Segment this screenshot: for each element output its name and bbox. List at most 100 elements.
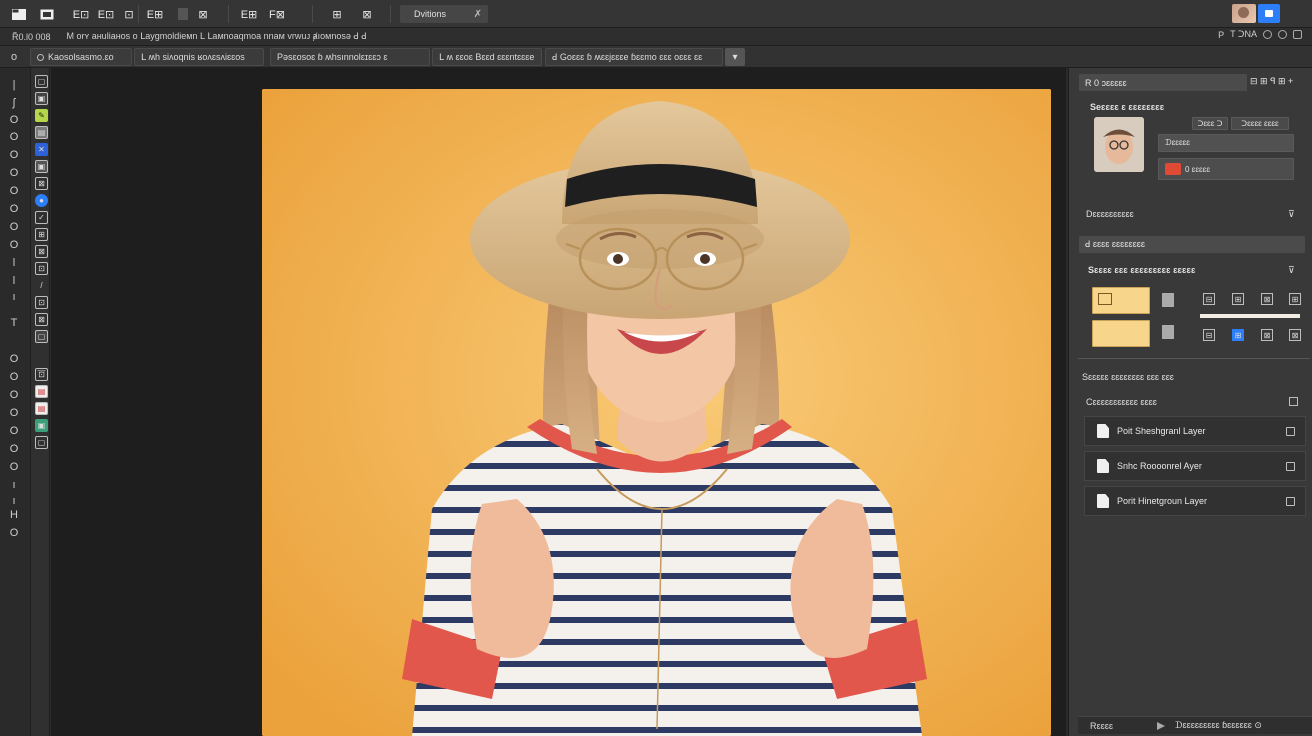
folder-icon[interactable] xyxy=(38,6,56,22)
expand-icon[interactable]: ⊽ xyxy=(1288,209,1295,220)
layers-icon[interactable] xyxy=(174,6,192,22)
slice-tool-icon[interactable]: / xyxy=(35,279,48,292)
grid-icon[interactable]: ⊞ xyxy=(1289,293,1301,305)
clone-tool-icon[interactable]: ▣ xyxy=(35,160,48,173)
property-row-a[interactable]: ᗪɛɛɛɛɛ xyxy=(1158,134,1294,152)
align-icon[interactable]: ⊟ xyxy=(1203,293,1215,305)
circle-icon[interactable] xyxy=(1293,30,1302,39)
panel-icon[interactable]: ⊞ xyxy=(328,6,346,22)
photo-canvas[interactable] xyxy=(262,89,1051,736)
circle-icon[interactable]: O xyxy=(8,166,20,180)
zoom-tool-icon[interactable]: ⊡ xyxy=(35,296,48,309)
square-icon[interactable] xyxy=(1286,462,1295,471)
square-icon[interactable] xyxy=(1289,397,1298,406)
move-tool-icon[interactable]: ▢ xyxy=(35,75,48,88)
hook-icon[interactable]: ʃ xyxy=(8,96,20,110)
slider-track[interactable] xyxy=(1200,314,1300,318)
marquee-icon[interactable]: E⊞ xyxy=(144,6,166,22)
circle-icon[interactable]: O xyxy=(8,113,20,127)
type-icon[interactable]: E⊞ xyxy=(238,6,260,22)
foreground-color-icon[interactable]: ▤ xyxy=(35,385,48,398)
circle-icon[interactable]: O xyxy=(8,238,20,252)
transform-icon[interactable]: ⊠ xyxy=(194,6,212,22)
square-icon[interactable] xyxy=(1286,427,1295,436)
expand-icon[interactable]: ⊽ xyxy=(1288,265,1295,276)
status-right[interactable]: ᗪɛɛɛɛɛɛɛɛɛ ɓɛɛɛɛɛɛ ⊙ xyxy=(1175,720,1262,731)
circle-icon[interactable]: O xyxy=(8,526,20,540)
line-icon[interactable]: | xyxy=(8,78,20,92)
background-color-icon[interactable]: ▤ xyxy=(35,402,48,415)
option-button-b[interactable]: ᑐɛɛɛɛ ɛɛɛɛ xyxy=(1231,117,1289,130)
circle-icon[interactable]: O xyxy=(8,442,20,456)
lasso-tool-icon[interactable]: ⊠ xyxy=(35,177,48,190)
cross-icon[interactable]: ⊠ xyxy=(1289,329,1301,341)
menu-right-label[interactable]: T ᑐNA xyxy=(1230,29,1257,40)
document-tab[interactable]: Dvitions ✗ xyxy=(400,5,488,23)
shape-icon[interactable]: F⊠ xyxy=(267,6,287,22)
t-icon[interactable]: T xyxy=(8,316,20,330)
square-icon[interactable] xyxy=(1286,497,1295,506)
eraser-tool-icon[interactable]: ▤ xyxy=(35,126,48,139)
option-button-a[interactable]: ᑐɛɛɛ ᑐ xyxy=(1192,117,1228,130)
cross-icon[interactable]: ⊠ xyxy=(1261,293,1273,305)
circle-icon[interactable]: O xyxy=(8,184,20,198)
close-icon[interactable]: ✗ xyxy=(474,9,482,20)
h-icon[interactable]: H xyxy=(8,508,20,522)
status-left[interactable]: Rɛɛɛɛ xyxy=(1090,721,1113,731)
tab-5[interactable]: ꓒ Goɛɛɛ ɓ ʍɛɛjɛɛɛe ɓɛɛmo ɛɛɛ oɛɛɛ ɛɛ xyxy=(545,48,723,66)
menu-left-label[interactable]: R̃0.l0 008 xyxy=(12,32,51,42)
doc-icon[interactable] xyxy=(1162,325,1174,339)
text-tool-icon[interactable]: ⊠ xyxy=(35,245,48,258)
color-swatch-2[interactable] xyxy=(1092,320,1150,347)
color-chip-icon[interactable] xyxy=(1165,163,1181,175)
fill-tool-icon[interactable]: ● xyxy=(35,194,48,207)
line-icon[interactable]: l xyxy=(8,274,20,288)
tab-3[interactable]: Pəsɛosoɛ ɓ ʍhsınnolɛɪɛɛɔ ɛ xyxy=(270,48,430,66)
line-icon[interactable]: ı xyxy=(8,494,20,508)
avatar[interactable] xyxy=(1232,4,1256,23)
pen-tool-icon[interactable]: ✓ xyxy=(35,211,48,224)
tab-dropdown-button[interactable]: ▾ xyxy=(725,48,745,66)
tab-1[interactable]: Kaosolsasmo.ɛo xyxy=(30,48,132,66)
tab-4[interactable]: ꓡ ʍ ɛɛoɛ Bɛɛd ɛɛɛntɛɛɛe xyxy=(432,48,542,66)
align-icon[interactable]: ⊟ xyxy=(1203,329,1215,341)
shape-tool-icon[interactable]: ⊞ xyxy=(35,228,48,241)
export-icon[interactable]: ⊠ xyxy=(358,6,376,22)
circle-icon[interactable]: O xyxy=(8,424,20,438)
panel-tools[interactable]: ⊟ ⊞ ꟼ ⊞ + xyxy=(1250,76,1293,87)
doc-icon[interactable] xyxy=(1162,293,1174,307)
line-icon[interactable]: ı xyxy=(8,478,20,492)
swap-colors-icon[interactable]: ⊡ xyxy=(35,368,48,381)
circle-icon[interactable]: O xyxy=(8,148,20,162)
panel-header-properties[interactable]: R 0 ɔɛɛɛɛɛ xyxy=(1079,74,1247,91)
circle-icon[interactable]: O xyxy=(8,388,20,402)
hand-tool-icon[interactable]: ⊠ xyxy=(35,313,48,326)
line-icon[interactable]: l xyxy=(8,256,20,270)
frame-icon[interactable]: E⊡ xyxy=(97,6,115,22)
note-tool-icon[interactable]: ▢ xyxy=(35,330,48,343)
file-icon[interactable] xyxy=(10,6,28,22)
select-tool-icon[interactable]: ▣ xyxy=(35,92,48,105)
circle-icon[interactable]: O xyxy=(8,202,20,216)
layer-row[interactable]: Snhc Roooonrel Ayer xyxy=(1084,451,1306,481)
crop-icon[interactable]: ⊡ xyxy=(120,6,138,22)
circle-icon[interactable]: O xyxy=(8,370,20,384)
circle-icon[interactable]: O xyxy=(8,406,20,420)
cross-icon[interactable]: ⊠ xyxy=(1261,329,1273,341)
circle-icon[interactable]: O xyxy=(8,220,20,234)
layer-thumbnail[interactable] xyxy=(1094,117,1144,172)
magic-wand-icon[interactable]: ✕ xyxy=(35,143,48,156)
circle-icon[interactable] xyxy=(1263,30,1272,39)
grid-icon[interactable]: E⊡ xyxy=(72,6,90,22)
panel-header-adjustments[interactable]: ꓒ ɛɛɛɛ ɛɛɛɛɛɛɛɛ xyxy=(1079,236,1305,253)
grid-icon[interactable]: ⊞ xyxy=(1232,293,1244,305)
active-grid-icon[interactable]: ⊞ xyxy=(1232,329,1244,341)
share-button[interactable] xyxy=(1258,4,1280,23)
dot-icon[interactable]: ı xyxy=(8,290,20,304)
menu-right-p[interactable]: P xyxy=(1218,30,1224,40)
play-icon[interactable] xyxy=(1157,721,1166,730)
layer-row[interactable]: Poit Sheshgranl Layer xyxy=(1084,416,1306,446)
circle-icon[interactable]: O xyxy=(8,460,20,474)
circle-icon[interactable]: O xyxy=(8,130,20,144)
layer-row[interactable]: Porit Hinetgroun Layer xyxy=(1084,486,1306,516)
